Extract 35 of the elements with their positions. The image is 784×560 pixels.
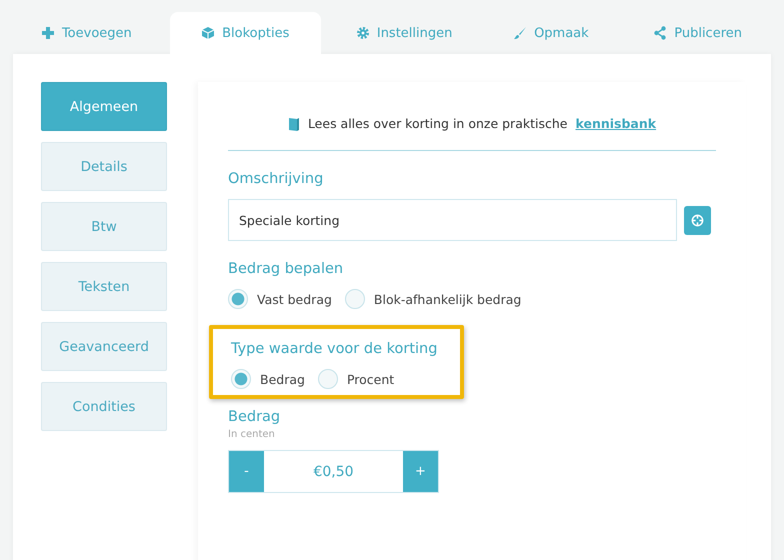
- tab[interactable]: Publiceren: [624, 12, 771, 54]
- crosshair-icon: [691, 214, 704, 226]
- target-button[interactable]: [684, 206, 711, 234]
- sidebar-item[interactable]: Teksten: [41, 262, 167, 311]
- radio-label: Vast bedrag: [257, 292, 332, 306]
- tab[interactable]: Toevoegen: [13, 12, 160, 54]
- radio-label: Blok-afhankelijk bedrag: [374, 292, 522, 306]
- tab[interactable]: Instellingen: [330, 12, 478, 54]
- info-text: Lees alles over korting in onze praktische: [308, 116, 568, 131]
- radio-button[interactable]: [228, 289, 248, 309]
- radio-button[interactable]: [344, 289, 365, 309]
- radio-button[interactable]: [318, 369, 338, 389]
- knowledge-base-link[interactable]: kennisbank: [575, 116, 656, 131]
- cube-icon: [201, 26, 216, 40]
- sidebar-item[interactable]: Btw: [41, 202, 167, 251]
- settings-icon: [356, 26, 370, 40]
- sidebar-item[interactable]: Condities: [41, 382, 167, 431]
- radio-label: Bedrag: [260, 372, 305, 386]
- description-field[interactable]: Speciale korting: [228, 199, 677, 241]
- sidebar-item[interactable]: Details: [41, 142, 167, 191]
- section-title: Bedrag bepalen: [228, 261, 344, 277]
- brush-icon: [513, 26, 528, 40]
- section-title: Omschrijving: [228, 171, 324, 187]
- radio-label: Procent: [346, 372, 394, 386]
- section-title: Bedrag: [228, 409, 282, 425]
- section-title: Type waarde voor de korting: [231, 341, 438, 357]
- tab[interactable]: Opmaak: [478, 12, 624, 54]
- radio-button[interactable]: [231, 369, 251, 389]
- plus-icon: [40, 26, 55, 40]
- tab[interactable]: Blokopties: [170, 12, 321, 54]
- share-icon: [653, 26, 668, 40]
- field-hint: In centen: [228, 429, 276, 440]
- sidebar-item[interactable]: Algemeen: [41, 82, 167, 131]
- sidebar-item[interactable]: Geavanceerd: [41, 322, 167, 371]
- book-icon: [288, 116, 300, 130]
